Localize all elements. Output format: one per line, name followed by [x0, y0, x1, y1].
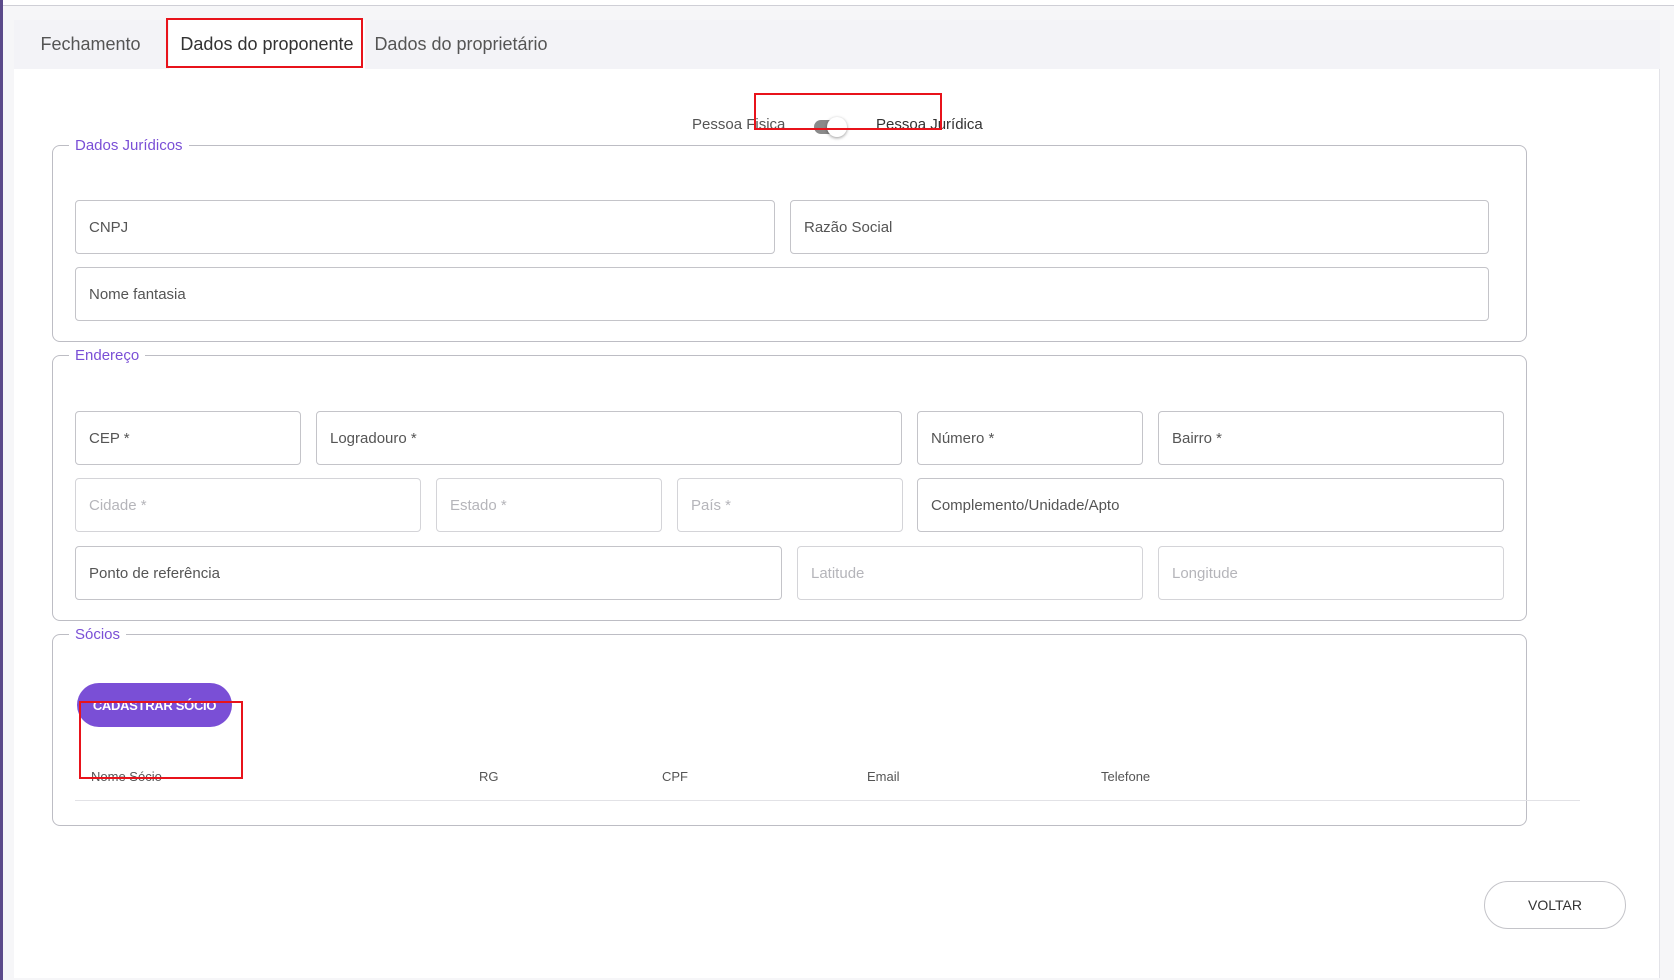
person-type-switch[interactable]: [814, 117, 847, 137]
razao-social-field[interactable]: Razão Social: [790, 200, 1489, 254]
numero-field[interactable]: Número *: [917, 411, 1143, 465]
pessoa-juridica-label: Pessoa Jurídica: [876, 116, 983, 133]
tab-dados-do-proprietario[interactable]: Dados do proprietário: [365, 20, 557, 69]
window-top-edge: [0, 0, 1674, 6]
fieldset-socios: Sócios CADASTRAR SÓCIO Nome Sócio RG CPF…: [52, 626, 1580, 826]
active-tab-indicator: [256, 66, 294, 68]
column-header-nome-socio: Nome Sócio: [91, 769, 162, 784]
ponto-referencia-field[interactable]: Ponto de referência: [75, 546, 782, 600]
table-divider: [75, 800, 1580, 801]
pessoa-fisica-label: Pessoa Fisica: [692, 116, 786, 133]
column-header-cpf: CPF: [662, 769, 688, 784]
cadastrar-socio-button[interactable]: CADASTRAR SÓCIO: [77, 683, 232, 727]
cep-field[interactable]: CEP *: [75, 411, 301, 465]
tab-dados-do-proponente[interactable]: Dados do proponente: [169, 20, 365, 69]
complemento-field[interactable]: Complemento/Unidade/Apto: [917, 478, 1504, 532]
fieldset-dados-juridicos: Dados Jurídicos CNPJ Razão Social Nome f…: [52, 137, 1527, 342]
voltar-button[interactable]: VOLTAR: [1484, 881, 1626, 929]
column-header-telefone: Telefone: [1101, 769, 1151, 784]
column-header-email: Email: [867, 769, 900, 784]
switch-knob: [827, 117, 847, 137]
cnpj-field[interactable]: CNPJ: [75, 200, 775, 254]
cidade-field[interactable]: Cidade *: [75, 478, 421, 532]
fieldset-endereco: Endereço CEP * Logradouro * Número * Bai…: [52, 347, 1527, 621]
longitude-field[interactable]: Longitude: [1158, 546, 1504, 600]
window-left-edge: [0, 0, 3, 980]
column-header-rg: RG: [479, 769, 499, 784]
main-card: Fechamento Dados do proponente Dados do …: [14, 18, 1660, 978]
nome-fantasia-field[interactable]: Nome fantasia: [75, 267, 1489, 321]
legend-socios: Sócios: [75, 626, 121, 643]
bairro-field[interactable]: Bairro *: [1158, 411, 1504, 465]
legend-endereco: Endereço: [75, 347, 140, 364]
tab-bar: Fechamento Dados do proponente Dados do …: [14, 20, 1660, 69]
estado-field[interactable]: Estado *: [436, 478, 662, 532]
tab-fechamento[interactable]: Fechamento: [14, 20, 167, 69]
latitude-field[interactable]: Latitude: [797, 546, 1143, 600]
logradouro-field[interactable]: Logradouro *: [316, 411, 902, 465]
legend-dados-juridicos: Dados Jurídicos: [75, 137, 183, 154]
pais-field[interactable]: País *: [677, 478, 903, 532]
